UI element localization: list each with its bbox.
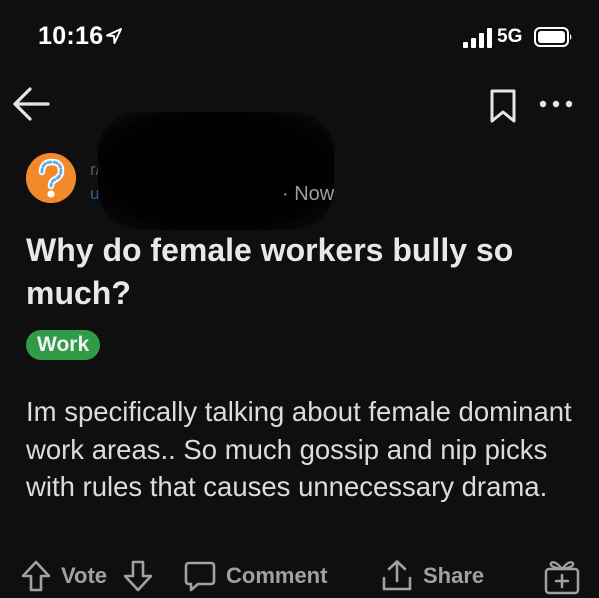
status-bar: 10:16 5G bbox=[0, 0, 599, 70]
network-type: 5G bbox=[497, 26, 523, 47]
post-flair[interactable]: Work bbox=[26, 330, 101, 360]
bookmark-icon[interactable] bbox=[488, 88, 518, 124]
battery-icon bbox=[534, 27, 572, 47]
back-arrow-icon[interactable] bbox=[10, 84, 52, 124]
upvote-button[interactable]: Vote bbox=[20, 556, 107, 596]
share-icon bbox=[382, 560, 412, 591]
share-button[interactable]: Share bbox=[380, 556, 484, 596]
downvote-button[interactable] bbox=[122, 556, 154, 596]
share-label: Share bbox=[423, 563, 485, 588]
post-screen: 10:16 5G r/ u · Now Why do female worker… bbox=[0, 0, 599, 598]
subreddit-avatar[interactable] bbox=[26, 153, 76, 203]
vote-label: Vote bbox=[61, 563, 108, 588]
upvote-arrow-icon bbox=[21, 560, 51, 592]
downvote-arrow-icon bbox=[123, 560, 153, 592]
cellular-signal-icon bbox=[463, 28, 492, 48]
question-mark-icon bbox=[26, 153, 76, 203]
comment-bubble-icon bbox=[184, 561, 216, 592]
location-arrow-icon bbox=[106, 28, 122, 44]
redaction-overlay bbox=[98, 112, 334, 230]
post-title: Why do female workers bully so much? bbox=[26, 232, 514, 311]
post-action-bar: Vote Comment Share bbox=[0, 556, 599, 598]
comment-button[interactable]: Comment bbox=[183, 556, 327, 596]
more-options-icon[interactable] bbox=[536, 94, 576, 114]
award-button[interactable] bbox=[542, 556, 582, 596]
post-time: · Now bbox=[282, 183, 335, 205]
comment-label: Comment bbox=[226, 563, 328, 588]
status-time: 10:16 bbox=[38, 22, 104, 50]
post-body: Im specifically talking about female dom… bbox=[26, 396, 572, 502]
gift-icon bbox=[544, 561, 580, 595]
